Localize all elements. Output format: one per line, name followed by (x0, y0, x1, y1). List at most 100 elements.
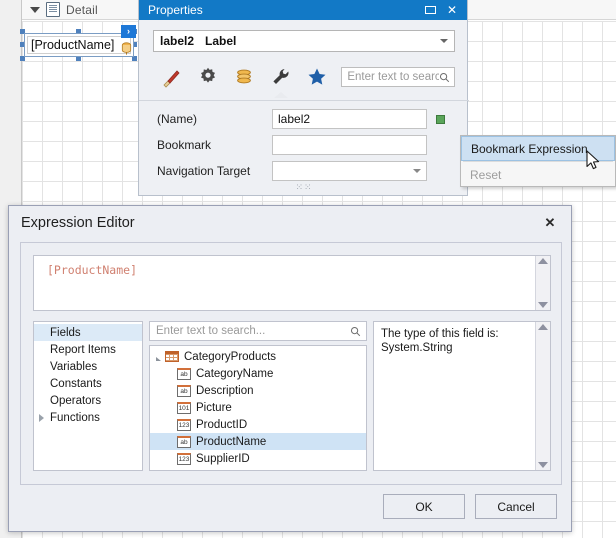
properties-grid[interactable]: (Name) label2 Bookmark Navigation Target (139, 106, 469, 184)
expression-textarea[interactable]: [ProductName] (33, 255, 551, 311)
dialog-close-button[interactable]: ✕ (539, 212, 561, 234)
property-label: Navigation Target (157, 164, 272, 178)
scroll-down-icon[interactable] (538, 462, 548, 468)
detail-band-label: Detail (66, 3, 98, 17)
tree-node-supplierid[interactable]: 123 SupplierID (150, 450, 366, 467)
description-text: The type of this field is: System.String (374, 322, 535, 470)
property-value-input[interactable] (272, 135, 427, 155)
category-label: Constants (50, 378, 102, 390)
category-label: Variables (50, 361, 97, 373)
properties-panel[interactable]: Properties ✕ label2 Label (138, 0, 468, 196)
string-field-icon: ab (177, 385, 191, 397)
behavior-gear-icon[interactable] (189, 62, 225, 92)
favorites-star-icon[interactable] (299, 62, 335, 92)
property-row-bookmark[interactable]: Bookmark (139, 132, 469, 158)
search-icon (350, 326, 361, 337)
cancel-button[interactable]: Cancel (475, 494, 557, 519)
detail-band-icon (46, 2, 60, 17)
field-tree[interactable]: CategoryProducts ab CategoryName ab Desc… (149, 345, 367, 471)
tree-node-label: CategoryName (196, 368, 273, 380)
panel-resize-grip[interactable]: ⁙⁙ (139, 182, 469, 193)
scroll-up-icon[interactable] (538, 324, 548, 330)
property-row-navigation-target[interactable]: Navigation Target (139, 158, 469, 184)
category-item-functions[interactable]: Functions (34, 409, 142, 426)
editor-panes: Fields Report Items Variables Constants … (33, 321, 551, 471)
tree-node-description[interactable]: ab Description (150, 382, 366, 399)
property-label: (Name) (157, 112, 272, 126)
chevron-down-icon[interactable] (440, 39, 448, 43)
object-selector-combo[interactable]: label2 Label (153, 30, 455, 52)
chevron-down-icon[interactable] (30, 7, 40, 13)
expression-scrollbar[interactable] (535, 256, 550, 310)
label2-control-text: [ProductName] (27, 36, 131, 54)
tree-node-productid[interactable]: 123 ProductID (150, 416, 366, 433)
expression-text[interactable]: [ProductName] (34, 256, 535, 310)
mouse-cursor-icon (586, 150, 602, 172)
object-selector-type: Label (205, 34, 236, 48)
field-search-input[interactable]: Enter text to search... (149, 321, 367, 341)
property-value-combo[interactable] (272, 161, 427, 181)
table-icon (165, 351, 179, 362)
properties-titlebar: Properties ✕ (139, 0, 467, 20)
toolbar-divider (139, 100, 469, 101)
tree-node-productname[interactable]: ab ProductName (150, 433, 366, 450)
expression-editor-title: Expression Editor (21, 215, 539, 231)
restore-button[interactable] (419, 1, 441, 19)
category-item-fields[interactable]: Fields (34, 324, 142, 341)
misc-wrench-icon[interactable] (262, 62, 298, 92)
property-value-input[interactable]: label2 (272, 109, 427, 129)
category-item-constants[interactable]: Constants (34, 375, 142, 392)
tree-node-root[interactable]: CategoryProducts (150, 348, 366, 365)
search-icon (439, 72, 450, 83)
tree-node-label: ProductID (196, 419, 247, 431)
tree-node-picture[interactable]: 101 Picture (150, 399, 366, 416)
category-label: Report Items (50, 344, 116, 356)
category-label: Fields (50, 327, 81, 339)
close-button[interactable]: ✕ (441, 1, 463, 19)
property-row-name[interactable]: (Name) label2 (139, 106, 469, 132)
properties-title: Properties (148, 3, 419, 17)
number-field-icon: 123 (177, 453, 191, 465)
smart-tag-button[interactable]: › (121, 25, 136, 38)
tree-node-label: SupplierID (196, 453, 250, 465)
category-item-variables[interactable]: Variables (34, 358, 142, 375)
binary-field-icon: 101 (177, 402, 191, 414)
scroll-down-icon[interactable] (538, 302, 548, 308)
expression-editor-body: [ProductName] Fields Report Items V (20, 242, 562, 485)
scroll-up-icon[interactable] (538, 258, 548, 264)
field-search-placeholder: Enter text to search... (156, 325, 350, 337)
dialog-button-bar: OK Cancel (383, 494, 557, 519)
object-selector-name: label2 (160, 34, 194, 48)
properties-search-placeholder: Enter text to searc (347, 71, 439, 83)
tree-node-label: Description (196, 385, 254, 397)
category-label: Operators (50, 395, 101, 407)
description-pane: The type of this field is: System.String (373, 321, 551, 471)
chevron-right-icon[interactable] (39, 414, 44, 422)
tree-node-categoryname[interactable]: ab CategoryName (150, 365, 366, 382)
data-coins-icon[interactable] (226, 62, 262, 92)
tree-node-label: CategoryProducts (184, 351, 276, 363)
data-binding-badge-icon (121, 42, 132, 55)
chevron-down-icon[interactable] (413, 169, 421, 173)
tree-node-label: ProductName (196, 436, 266, 448)
category-label: Functions (50, 412, 100, 424)
restore-icon (425, 6, 436, 14)
properties-toolbar[interactable]: Enter text to searc (153, 60, 455, 94)
string-field-icon: ab (177, 368, 191, 380)
expression-editor-dialog[interactable]: Expression Editor ✕ [ProductName] Fields (8, 205, 572, 532)
category-item-operators[interactable]: Operators (34, 392, 142, 409)
property-label: Bookmark (157, 138, 272, 152)
category-list[interactable]: Fields Report Items Variables Constants … (33, 321, 143, 471)
label2-control[interactable]: [ProductName] (24, 33, 134, 57)
properties-search-input[interactable]: Enter text to searc (341, 67, 455, 87)
number-field-icon: 123 (177, 419, 191, 431)
expression-indicator-icon[interactable] (436, 115, 445, 124)
ok-button[interactable]: OK (383, 494, 465, 519)
category-item-report-items[interactable]: Report Items (34, 341, 142, 358)
expander-collapse-icon[interactable] (156, 353, 161, 361)
string-field-icon: ab (177, 436, 191, 448)
field-tree-pane[interactable]: Enter text to search... CategoryProducts (149, 321, 367, 471)
description-scrollbar[interactable] (535, 322, 550, 470)
appearance-brush-icon[interactable] (153, 62, 189, 92)
tree-node-label: Picture (196, 402, 232, 414)
